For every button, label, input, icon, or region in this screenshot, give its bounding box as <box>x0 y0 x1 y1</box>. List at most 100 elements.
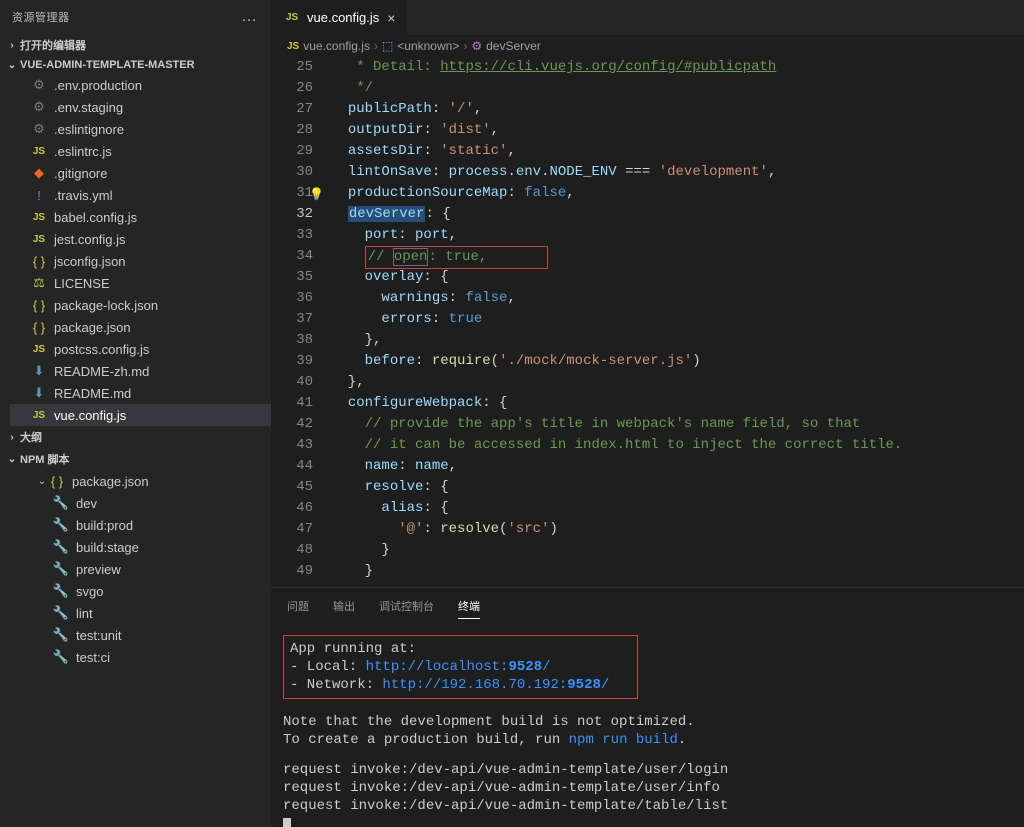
npm-scripts-label: NPM 脚本 <box>20 451 70 467</box>
file-label: postcss.config.js <box>54 342 149 357</box>
chevron-right-icon: › <box>374 39 378 53</box>
breadcrumb-sym1[interactable]: <unknown> <box>397 39 459 53</box>
file-item-jest-config-js[interactable]: JSjest.config.js <box>10 228 271 250</box>
terminal[interactable]: App running at: - Local: http://localhos… <box>271 619 1024 827</box>
script-label: svgo <box>76 584 103 599</box>
file-item-jsconfig-json[interactable]: { } jsconfig.json <box>10 250 271 272</box>
npm-script-lint[interactable]: 🔧lint <box>16 602 271 624</box>
npm-script-test-unit[interactable]: 🔧test:unit <box>16 624 271 646</box>
project-section[interactable]: ⌄ VUE-ADMIN-TEMPLATE-MASTER <box>0 56 271 74</box>
npm-package-json[interactable]: ⌄ { } package.json <box>16 470 271 492</box>
breadcrumb-file[interactable]: vue.config.js <box>303 39 370 53</box>
file-item-package-json[interactable]: { }package.json <box>10 316 271 338</box>
file-label: package-lock.json <box>54 298 158 313</box>
js-icon: JS <box>30 209 48 225</box>
project-name: VUE-ADMIN-TEMPLATE-MASTER <box>20 59 195 71</box>
editor-group: JS vue.config.js × JS vue.config.js › ⬚ … <box>271 0 1024 827</box>
file-item-vue-config-js[interactable]: JSvue.config.js <box>10 404 271 426</box>
js-icon: JS <box>283 10 301 26</box>
lightbulb-icon[interactable]: 💡 <box>309 185 324 206</box>
script-label: lint <box>76 606 93 621</box>
code-editor[interactable]: 2526272829303132333435363738394041424344… <box>271 57 1024 587</box>
terminal-line: request invoke:/dev-api/vue-admin-templa… <box>283 761 1012 779</box>
tab-bar: JS vue.config.js × <box>271 0 1024 35</box>
wrench-icon: 🔧 <box>52 539 70 555</box>
file-label: .env.staging <box>54 100 123 115</box>
more-icon[interactable]: … <box>241 8 259 26</box>
npm-script-test-ci[interactable]: 🔧test:ci <box>16 646 271 668</box>
file-item-babel-config-js[interactable]: JS babel.config.js <box>10 206 271 228</box>
terminal-highlight-box: App running at: - Local: http://localhos… <box>283 635 638 699</box>
chevron-down-icon: ⌄ <box>4 454 20 465</box>
explorer-title: 资源管理器 <box>12 9 70 25</box>
npm-script-build-prod[interactable]: 🔧build:prod <box>16 514 271 536</box>
file-label: .eslintignore <box>54 122 124 137</box>
sidebar: 资源管理器 … › 打开的编辑器 ⌄ VUE-ADMIN-TEMPLATE-MA… <box>0 0 271 827</box>
panel-tab-3[interactable]: 终端 <box>458 594 480 619</box>
npm-script-preview[interactable]: 🔧 preview <box>16 558 271 580</box>
close-icon[interactable]: × <box>387 10 395 26</box>
js-icon: JS <box>30 407 48 423</box>
file-label: jsconfig.json <box>54 254 126 269</box>
lic-icon: ⚖ <box>30 275 48 291</box>
script-label: build:prod <box>76 518 133 533</box>
js-icon: JS <box>30 341 48 357</box>
file-item-package-lock-json[interactable]: { }package-lock.json <box>10 294 271 316</box>
panel-tab-0[interactable]: 问题 <box>287 594 309 619</box>
code-content[interactable]: * Detail: https://cli.vuejs.org/config/#… <box>331 57 1024 587</box>
npm-scripts-section[interactable]: ⌄ NPM 脚本 <box>0 448 271 470</box>
outline-label: 大纲 <box>20 429 42 445</box>
json-icon: { } <box>30 319 48 335</box>
terminal-line: request invoke:/dev-api/vue-admin-templa… <box>283 779 1012 797</box>
script-label: dev <box>76 496 97 511</box>
panel-tab-2[interactable]: 调试控制台 <box>379 594 434 619</box>
npm-root-label: package.json <box>72 474 149 489</box>
file-item--env-staging[interactable]: ⚙ .env.staging <box>10 96 271 118</box>
json-icon: { } <box>30 253 48 269</box>
gear-icon: ⚙ <box>30 121 48 137</box>
wrench-icon: 🔧 <box>52 649 70 665</box>
wrench-icon: 🔧 <box>52 583 70 599</box>
terminal-line: request invoke:/dev-api/vue-admin-templa… <box>283 797 1012 815</box>
open-editors-section[interactable]: › 打开的编辑器 <box>0 34 271 56</box>
outline-section[interactable]: › 大纲 <box>0 426 271 448</box>
gear-icon: ⚙ <box>30 77 48 93</box>
file-item--eslintignore[interactable]: ⚙ .eslintignore <box>10 118 271 140</box>
file-item-postcss-config-js[interactable]: JS postcss.config.js <box>10 338 271 360</box>
breadcrumb-sym2[interactable]: devServer <box>486 39 541 53</box>
chevron-right-icon: › <box>4 432 20 443</box>
js-icon: JS <box>287 41 299 52</box>
wrench-icon: 🔧 <box>52 561 70 577</box>
panel-tab-1[interactable]: 输出 <box>333 594 355 619</box>
breadcrumb[interactable]: JS vue.config.js › ⬚ <unknown> › ⚙ devSe… <box>271 35 1024 57</box>
json-icon: { } <box>48 473 66 489</box>
chevron-right-icon: › <box>463 39 467 53</box>
file-item--env-production[interactable]: ⚙ .env.production <box>10 74 271 96</box>
file-item-LICENSE[interactable]: ⚖LICENSE <box>10 272 271 294</box>
file-item--eslintrc-js[interactable]: JS.eslintrc.js <box>10 140 271 162</box>
file-item--gitignore[interactable]: ◆.gitignore <box>10 162 271 184</box>
terminal-cursor <box>283 818 291 827</box>
file-label: babel.config.js <box>54 210 137 225</box>
script-label: test:unit <box>76 628 122 643</box>
md-icon: ⬇ <box>30 363 48 379</box>
file-item-README-md[interactable]: ⬇README.md <box>10 382 271 404</box>
yml-icon: ! <box>30 187 48 203</box>
chevron-down-icon: ⌄ <box>36 476 48 487</box>
bottom-panel: 问题输出调试控制台终端 App running at: - Local: htt… <box>271 587 1024 827</box>
gear-icon: ⚙ <box>30 99 48 115</box>
file-label: README-zh.md <box>54 364 149 379</box>
app-running-label: App running at: <box>290 641 416 657</box>
tab-vue-config[interactable]: JS vue.config.js × <box>271 0 408 35</box>
npm-script-build-stage[interactable]: 🔧build:stage <box>16 536 271 558</box>
npm-script-dev[interactable]: 🔧dev <box>16 492 271 514</box>
explorer-header: 资源管理器 … <box>0 0 271 34</box>
file-item--travis-yml[interactable]: !.travis.yml <box>10 184 271 206</box>
file-label: .eslintrc.js <box>54 144 112 159</box>
npm-script-svgo[interactable]: 🔧 svgo <box>16 580 271 602</box>
file-label: README.md <box>54 386 131 401</box>
line-gutter: 2526272829303132333435363738394041424344… <box>271 57 331 587</box>
script-label: preview <box>76 562 121 577</box>
file-item-README-zh-md[interactable]: ⬇ README-zh.md <box>10 360 271 382</box>
file-label: .env.production <box>54 78 142 93</box>
